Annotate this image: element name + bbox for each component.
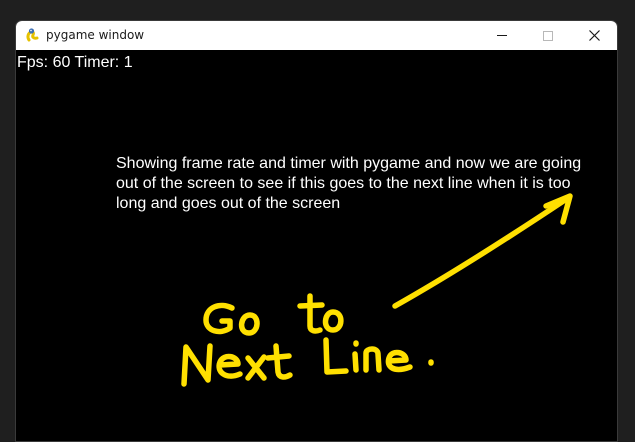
handwritten-annotation [181,193,573,387]
hand-drawn-arrow-icon [392,193,573,309]
